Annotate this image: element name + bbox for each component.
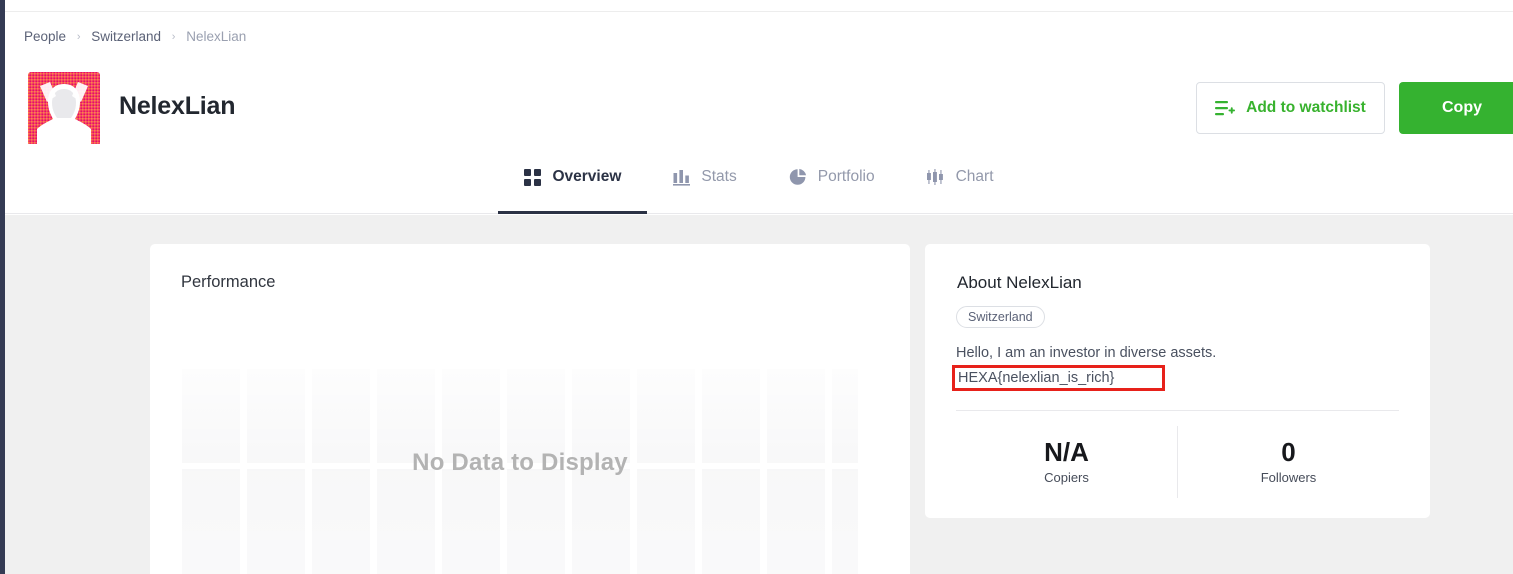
pie-chart-icon — [789, 168, 807, 186]
bio-line-1: Hello, I am an investor in diverse asset… — [956, 345, 1217, 361]
tab-label-portfolio: Portfolio — [817, 168, 875, 185]
breadcrumb-separator-icon: › — [171, 31, 176, 43]
breadcrumb-item-switzerland[interactable]: Switzerland — [91, 29, 161, 44]
page-title: NelexLian — [119, 92, 236, 120]
stat-followers-label: Followers — [1260, 470, 1317, 485]
profile-header: People › Switzerland › NelexLian NelexLi… — [5, 12, 1513, 148]
about-divider — [956, 410, 1399, 411]
tab-portfolio[interactable]: Portfolio — [763, 144, 901, 214]
stat-copiers-value: N/A — [1044, 437, 1089, 467]
breadcrumb-item-current: NelexLian — [186, 29, 247, 44]
stat-followers-value: 0 — [1281, 437, 1296, 467]
page-content: Performance No Data to Display 0% About … — [5, 215, 1513, 574]
tab-chart[interactable]: Chart — [901, 144, 1020, 214]
tab-label-chart: Chart — [955, 168, 994, 185]
bar-chart-icon — [673, 169, 691, 186]
avatar[interactable] — [25, 70, 103, 148]
add-to-watchlist-button[interactable]: Add to watchlist — [1196, 82, 1385, 134]
about-bio: Hello, I am an investor in diverse asset… — [952, 342, 1386, 391]
tab-label-stats: Stats — [701, 168, 737, 185]
grid-squares-icon — [524, 168, 542, 186]
tab-stats[interactable]: Stats — [647, 144, 762, 214]
tab-overview[interactable]: Overview — [498, 144, 648, 214]
copy-button[interactable]: Copy — [1399, 82, 1513, 134]
about-card-title: About NelexLian — [957, 273, 1082, 292]
profile-tabs: Overview Stats Portfolio Chart — [5, 144, 1513, 214]
add-to-watchlist-label: Add to watchlist — [1246, 99, 1366, 116]
candlestick-icon — [926, 168, 945, 186]
profile-page: People › Switzerland › NelexLian NelexLi… — [0, 0, 1513, 574]
chart-empty-message: No Data to Display — [412, 448, 628, 476]
about-card: About NelexLian Switzerland Hello, I am … — [925, 244, 1430, 518]
stat-followers: 0 Followers — [1177, 426, 1399, 498]
tab-label-overview: Overview — [552, 168, 622, 185]
collapsed-sidebar-strip[interactable] — [0, 0, 5, 574]
performance-card-title: Performance — [181, 273, 276, 291]
about-stats: N/A Copiers 0 Followers — [956, 426, 1399, 498]
breadcrumb: People › Switzerland › NelexLian — [24, 29, 246, 44]
add-to-list-icon — [1215, 100, 1236, 117]
stat-copiers: N/A Copiers — [956, 426, 1177, 498]
stat-copiers-label: Copiers — [1044, 470, 1089, 485]
country-badge: Switzerland — [956, 306, 1045, 328]
breadcrumb-item-people[interactable]: People — [24, 29, 66, 44]
performance-chart[interactable]: No Data to Display — [182, 369, 858, 574]
breadcrumb-separator-icon: › — [76, 31, 81, 43]
bio-line-2-highlighted: HEXA{nelexlian_is_rich} — [952, 365, 1166, 391]
performance-card: Performance No Data to Display 0% — [150, 244, 910, 574]
